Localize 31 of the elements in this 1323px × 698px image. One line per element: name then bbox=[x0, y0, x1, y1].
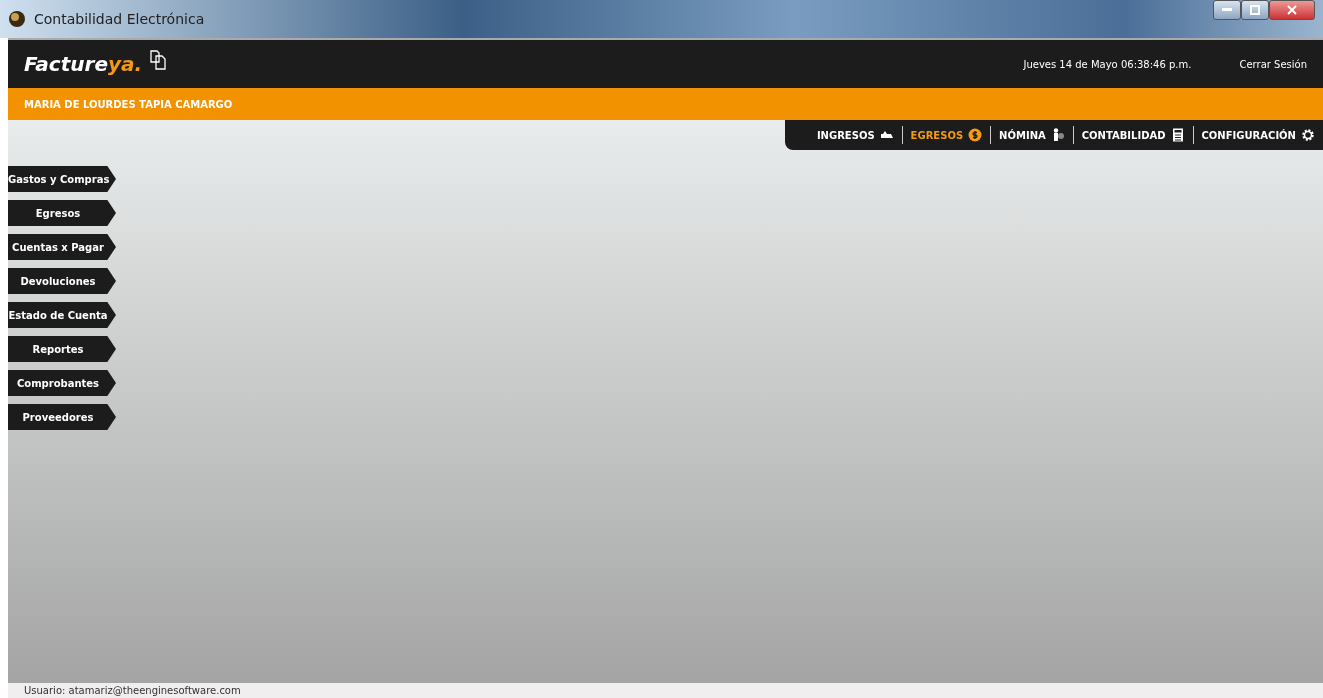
side-menu-item[interactable]: Devoluciones bbox=[8, 268, 116, 294]
close-icon bbox=[1287, 5, 1297, 15]
maximize-button[interactable] bbox=[1241, 0, 1269, 20]
close-button[interactable] bbox=[1269, 0, 1315, 20]
side-menu-item[interactable]: Cuentas x Pagar bbox=[8, 234, 116, 260]
date-time-text: Jueves 14 de Mayo 06:38:46 p.m. bbox=[1023, 57, 1192, 72]
window-title: Contabilidad Electrónica bbox=[34, 9, 205, 29]
nav-tab[interactable]: INGRESOS bbox=[808, 120, 902, 150]
nav-tab[interactable]: CONFIGURACIÓN bbox=[1193, 120, 1323, 150]
calculator-icon bbox=[1170, 128, 1185, 142]
side-menu-item[interactable]: Gastos y Compras bbox=[8, 166, 116, 192]
status-user-text: Usuario: atamariz@theenginesoftware.com bbox=[24, 685, 241, 696]
app-icon bbox=[8, 10, 26, 28]
logout-link[interactable]: Cerrar Sesión bbox=[1239, 56, 1307, 72]
user-name-text: MARIA DE LOURDES TAPIA CAMARGO bbox=[24, 97, 233, 112]
documents-icon bbox=[150, 50, 167, 70]
logo-text: Facture bbox=[24, 51, 108, 78]
coin-icon bbox=[968, 128, 983, 142]
nav-tab[interactable]: EGRESOS bbox=[902, 120, 991, 150]
side-menu-item[interactable]: Proveedores bbox=[8, 404, 116, 430]
logo-accent-text: ya. bbox=[107, 51, 143, 78]
side-menu-item[interactable]: Egresos bbox=[8, 200, 116, 226]
side-menu-item[interactable]: Reportes bbox=[8, 336, 116, 362]
side-menu-item[interactable]: Estado de Cuenta bbox=[8, 302, 116, 328]
nav-tab[interactable]: NÓMINA bbox=[991, 120, 1073, 150]
maximize-icon bbox=[1250, 5, 1260, 15]
minimize-icon bbox=[1222, 8, 1232, 12]
nav-tab[interactable]: CONTABILIDAD bbox=[1073, 120, 1193, 150]
settings-icon bbox=[1301, 128, 1315, 142]
minimize-button[interactable] bbox=[1213, 0, 1241, 20]
side-menu-item[interactable]: Comprobantes bbox=[8, 370, 116, 396]
